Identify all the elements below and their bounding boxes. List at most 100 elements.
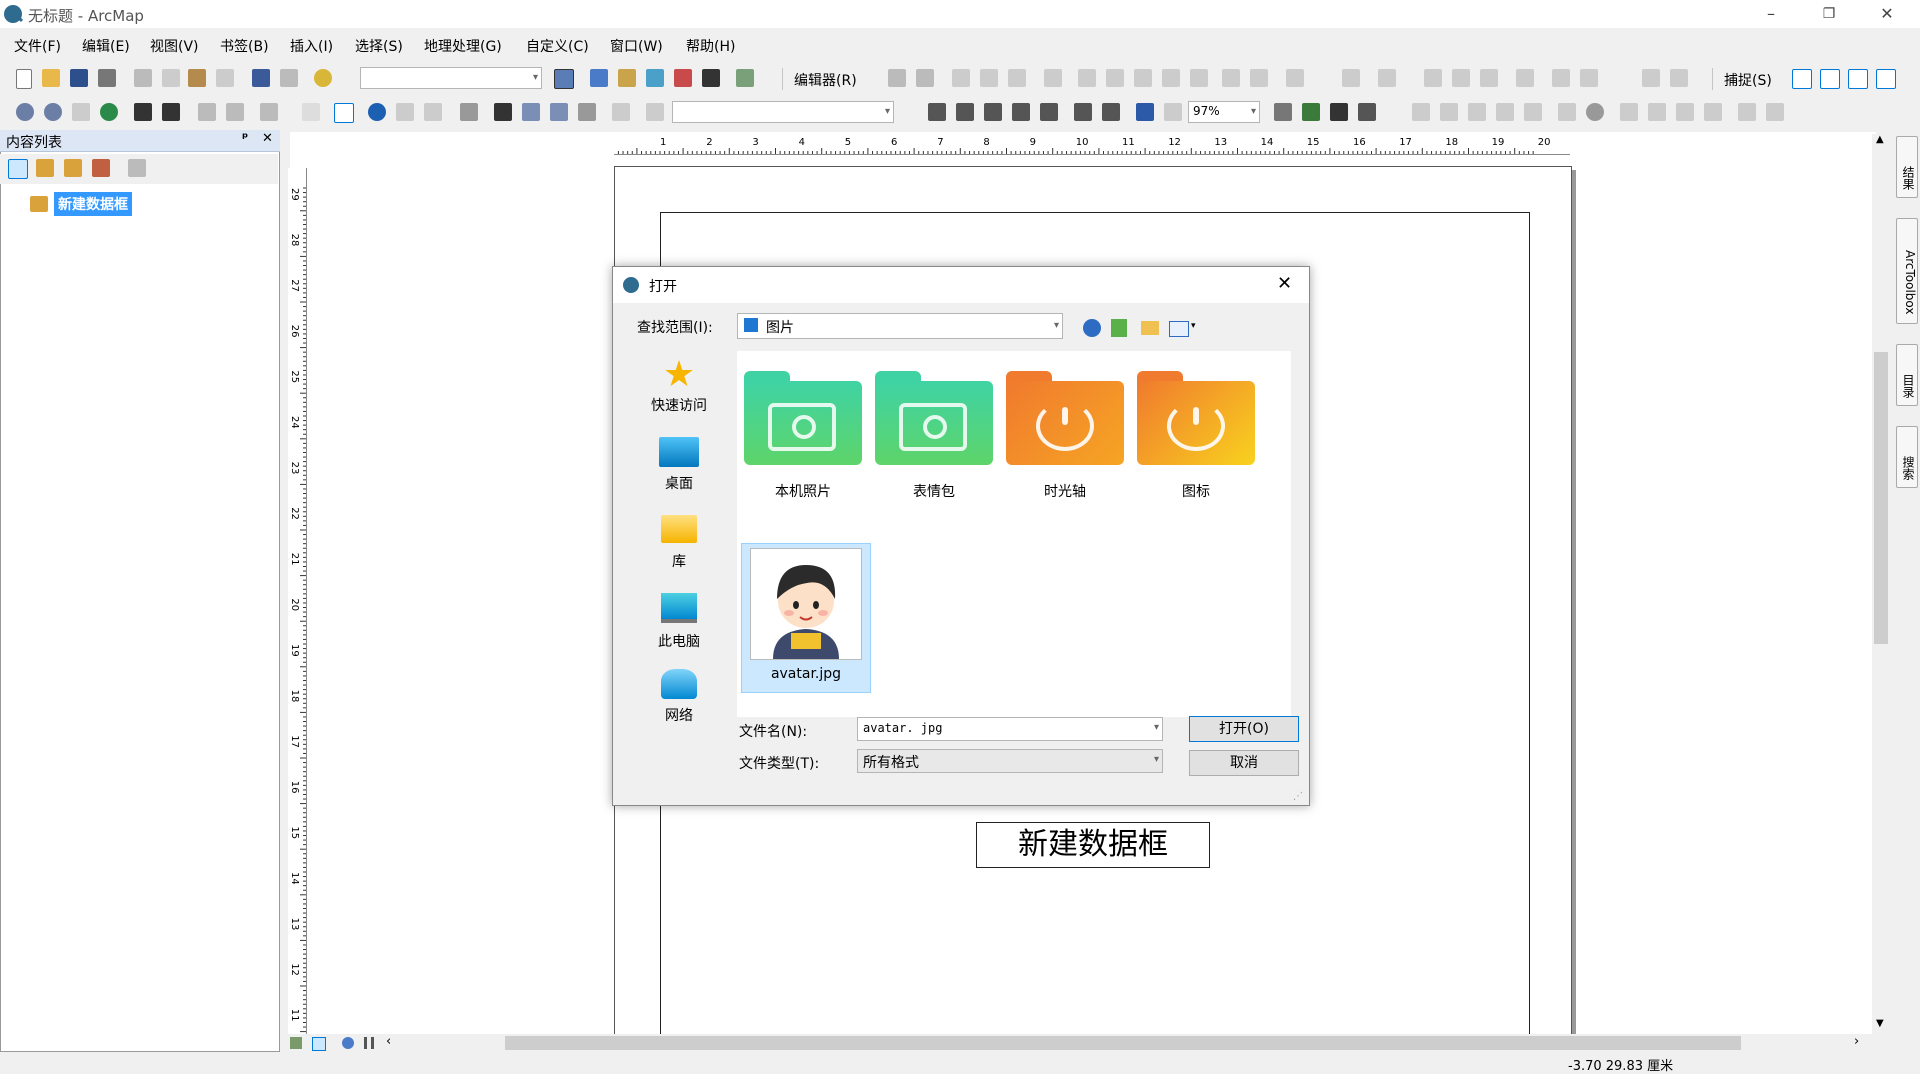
edge-snapping-icon[interactable] xyxy=(1876,69,1896,89)
place-network[interactable]: 网络 xyxy=(634,667,724,725)
folder-item-stickers[interactable]: 表情包 xyxy=(870,371,998,501)
trace-icon[interactable] xyxy=(1008,69,1026,87)
horizontal-scroll-thumb[interactable] xyxy=(505,1036,1741,1050)
html-popup-icon[interactable] xyxy=(424,103,442,121)
arctoolbox-icon[interactable] xyxy=(674,69,692,87)
select-features-icon[interactable] xyxy=(260,103,278,121)
straight-segment-icon[interactable] xyxy=(952,69,970,87)
dock-tab-search[interactable]: 搜索 xyxy=(1896,426,1918,488)
layout-pan-icon[interactable] xyxy=(984,103,1002,121)
nudge-icon[interactable] xyxy=(1468,103,1486,121)
measure-icon[interactable] xyxy=(460,103,478,121)
place-desktop[interactable]: 桌面 xyxy=(634,433,724,493)
select-elements-icon[interactable] xyxy=(334,103,354,123)
new-marker-icon[interactable] xyxy=(1524,103,1542,121)
open-button[interactable]: 打开(O) xyxy=(1189,716,1299,742)
place-this-pc[interactable]: 此电脑 xyxy=(634,589,724,651)
fixed-zoom-out-icon[interactable] xyxy=(162,103,180,121)
cut-icon[interactable] xyxy=(134,69,152,87)
menu-customize[interactable]: 自定义(C) xyxy=(526,36,589,56)
list-by-visibility-icon[interactable] xyxy=(64,159,82,177)
distribute-icon[interactable] xyxy=(1480,69,1498,87)
cogo-icon[interactable] xyxy=(1642,69,1660,87)
save-icon[interactable] xyxy=(70,69,88,87)
fixed-layout-zoom-in-icon[interactable] xyxy=(1074,103,1092,121)
python-window-icon[interactable] xyxy=(702,69,720,87)
fixed-layout-zoom-out-icon[interactable] xyxy=(1102,103,1120,121)
georef-icon[interactable] xyxy=(1342,69,1360,87)
toc-data-frame-item[interactable]: 新建数据框 xyxy=(54,192,132,216)
menu-file[interactable]: 文件(F) xyxy=(14,36,61,56)
end-snapping-icon[interactable] xyxy=(1820,69,1840,89)
search-window-icon[interactable] xyxy=(646,69,664,87)
file-item-avatar[interactable]: avatar.jpg xyxy=(741,543,871,693)
up-folder-icon[interactable] xyxy=(1111,319,1127,337)
point-snapping-icon[interactable] xyxy=(1792,69,1812,89)
forward-extent-icon[interactable] xyxy=(226,103,244,121)
layer-combo[interactable]: ▾ xyxy=(672,101,894,123)
sketch-tool-icon[interactable] xyxy=(1558,103,1576,121)
table-of-contents-icon[interactable] xyxy=(590,69,608,87)
change-layout-icon[interactable] xyxy=(1330,103,1348,121)
hyperlink-icon[interactable] xyxy=(396,103,414,121)
folder-item-timeline[interactable]: 时光轴 xyxy=(1001,371,1129,501)
edit-vertices-icon[interactable] xyxy=(1078,69,1096,87)
time-slider-icon[interactable] xyxy=(578,103,596,121)
sketch-properties-icon[interactable] xyxy=(1250,69,1268,87)
folder-item-icons[interactable]: 图标 xyxy=(1132,371,1260,501)
next-extent-icon[interactable] xyxy=(1164,103,1182,121)
list-by-source-icon[interactable] xyxy=(36,159,54,177)
paste-icon[interactable] xyxy=(188,69,206,87)
menu-selection[interactable]: 选择(S) xyxy=(355,36,403,56)
refresh-icon[interactable] xyxy=(342,1037,354,1049)
text-tool-icon[interactable] xyxy=(1620,103,1638,121)
layout-zoom-out-icon[interactable] xyxy=(956,103,974,121)
model-builder-icon[interactable] xyxy=(736,69,754,87)
back-extent-icon[interactable] xyxy=(198,103,216,121)
scroll-right-icon[interactable]: › xyxy=(1854,1034,1859,1049)
catalog-icon[interactable] xyxy=(618,69,636,87)
align-icon[interactable] xyxy=(1452,69,1470,87)
menu-bookmarks[interactable]: 书签(B) xyxy=(220,36,269,56)
add-data-icon[interactable] xyxy=(314,69,332,87)
layout-view-icon[interactable] xyxy=(312,1037,326,1051)
pause-drawing-icon[interactable] xyxy=(364,1037,374,1049)
spatial-adjust-icon[interactable] xyxy=(1516,69,1534,87)
list-by-selection-icon[interactable] xyxy=(92,159,110,177)
vertical-scroll-thumb[interactable] xyxy=(1874,352,1888,644)
view-menu-icon[interactable] xyxy=(1169,321,1189,337)
attributes-icon[interactable] xyxy=(1222,69,1240,87)
dock-tab-results[interactable]: 结果 xyxy=(1896,136,1918,198)
parcel-icon[interactable] xyxy=(1670,69,1688,87)
point-icon[interactable] xyxy=(1044,69,1062,87)
restore-button[interactable]: ❐ xyxy=(1806,0,1852,28)
topology-icon[interactable] xyxy=(1378,69,1396,87)
zoom-100-icon[interactable] xyxy=(1040,103,1058,121)
rotate-element-icon[interactable] xyxy=(1440,103,1458,121)
reshape-icon[interactable] xyxy=(1106,69,1124,87)
toc-options-icon[interactable] xyxy=(128,159,146,177)
split-icon[interactable] xyxy=(1162,69,1180,87)
menu-edit[interactable]: 编辑(E) xyxy=(82,36,130,56)
back-icon[interactable] xyxy=(1083,319,1101,337)
file-list[interactable]: 本机照片 表情包 时光轴 图标 avatar.jpg xyxy=(737,351,1291,717)
data-view-icon[interactable] xyxy=(290,1037,302,1049)
look-in-combo[interactable]: 图片 ▾ xyxy=(737,313,1063,339)
grid-icon[interactable] xyxy=(1704,103,1722,121)
end-point-arc-icon[interactable] xyxy=(980,69,998,87)
ungroup-icon[interactable] xyxy=(1766,103,1784,121)
go-to-xy-icon[interactable] xyxy=(550,103,568,121)
advanced-edit-icon[interactable] xyxy=(1424,69,1442,87)
layout-zoom-in-icon[interactable] xyxy=(928,103,946,121)
spline-icon[interactable] xyxy=(1676,103,1694,121)
previous-extent-icon[interactable] xyxy=(1136,103,1154,121)
dock-tab-catalog[interactable]: 目录 xyxy=(1896,344,1918,406)
scroll-left-icon[interactable]: ‹ xyxy=(386,1034,391,1049)
new-document-icon[interactable] xyxy=(16,69,32,89)
generalize-icon[interactable] xyxy=(1552,69,1570,87)
data-frame-name-text[interactable]: 新建数据框 xyxy=(976,822,1210,868)
group-icon[interactable] xyxy=(1738,103,1756,121)
menu-view[interactable]: 视图(V) xyxy=(150,36,199,56)
zoom-whole-page-icon[interactable] xyxy=(1012,103,1030,121)
filetype-select[interactable]: 所有格式 ▾ xyxy=(857,749,1163,773)
